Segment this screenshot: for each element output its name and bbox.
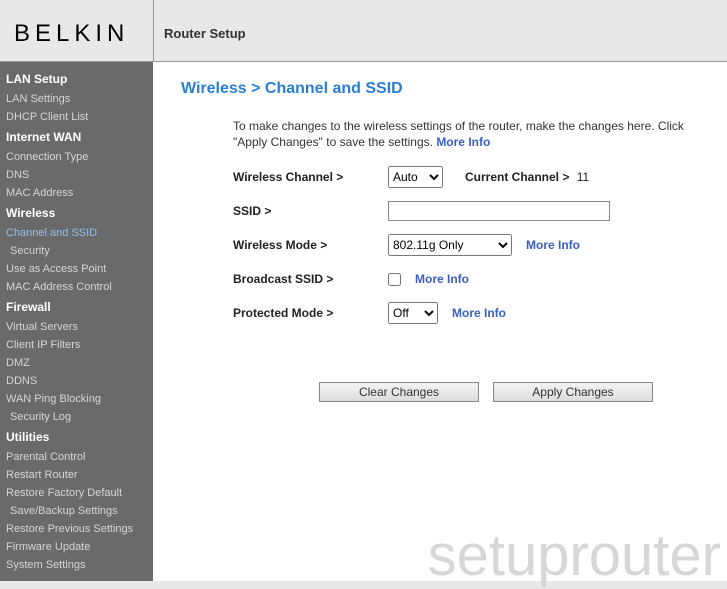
sidebar-item[interactable]: DMZ	[0, 354, 153, 372]
sidebar-heading: Utilities	[0, 426, 153, 448]
broadcast-ssid-label: Broadcast SSID >	[233, 272, 388, 286]
button-row: Clear Changes Apply Changes	[319, 382, 713, 402]
watermark: setuprouter	[428, 522, 721, 589]
header-divider	[153, 0, 154, 62]
ssid-label: SSID >	[233, 204, 388, 218]
wireless-mode-more-info-link[interactable]: More Info	[526, 238, 580, 252]
wireless-channel-select[interactable]: Auto	[388, 166, 443, 188]
protected-mode-more-info-link[interactable]: More Info	[452, 306, 506, 320]
sidebar-nav: LAN SetupLAN SettingsDHCP Client ListInt…	[0, 62, 153, 581]
row-wireless-channel: Wireless Channel > Auto Current Channel …	[233, 164, 713, 190]
sidebar-item[interactable]: WAN Ping Blocking	[0, 390, 153, 408]
current-channel-value: 11	[577, 170, 589, 184]
sidebar-item[interactable]: Client IP Filters	[0, 336, 153, 354]
sidebar-heading: Internet WAN	[0, 126, 153, 148]
sidebar-item[interactable]: Parental Control	[0, 448, 153, 466]
wireless-mode-label: Wireless Mode >	[233, 238, 388, 252]
sidebar-item[interactable]: Restart Router	[0, 466, 153, 484]
sidebar-item[interactable]: System Settings	[0, 556, 153, 574]
row-ssid: SSID >	[233, 198, 713, 224]
sidebar-item[interactable]: Security Log	[0, 408, 153, 426]
wireless-channel-label: Wireless Channel >	[233, 170, 388, 184]
logo: BELKIN	[14, 20, 129, 48]
instructions-more-info-link[interactable]: More Info	[436, 135, 490, 149]
clear-changes-button[interactable]: Clear Changes	[319, 382, 479, 402]
sidebar-item[interactable]: Use as Access Point	[0, 260, 153, 278]
sidebar-item[interactable]: Save/Backup Settings	[0, 502, 153, 520]
sidebar-heading: Firewall	[0, 296, 153, 318]
page-title: Wireless > Channel and SSID	[181, 80, 713, 98]
sidebar-item-active[interactable]: Channel and SSID	[0, 224, 153, 242]
settings-form: Wireless Channel > Auto Current Channel …	[233, 164, 713, 326]
row-wireless-mode: Wireless Mode > 802.11g Only More Info	[233, 232, 713, 258]
sidebar-item[interactable]: Connection Type	[0, 148, 153, 166]
apply-changes-button[interactable]: Apply Changes	[493, 382, 653, 402]
sidebar-item[interactable]: DHCP Client List	[0, 108, 153, 126]
header-title: Router Setup	[164, 26, 246, 41]
instructions: To make changes to the wireless settings…	[233, 118, 713, 150]
content-area: Wireless > Channel and SSID To make chan…	[153, 62, 727, 581]
sidebar-item[interactable]: Restore Previous Settings	[0, 520, 153, 538]
sidebar-heading: Wireless	[0, 202, 153, 224]
sidebar-item[interactable]: Virtual Servers	[0, 318, 153, 336]
header: BELKIN Router Setup	[0, 0, 727, 62]
current-channel-label: Current Channel >	[465, 170, 569, 184]
protected-mode-select[interactable]: Off	[388, 302, 438, 324]
row-protected-mode: Protected Mode > Off More Info	[233, 300, 713, 326]
broadcast-ssid-checkbox[interactable]	[388, 273, 401, 286]
sidebar-item[interactable]: Restore Factory Default	[0, 484, 153, 502]
broadcast-ssid-more-info-link[interactable]: More Info	[415, 272, 469, 286]
sidebar-item[interactable]: LAN Settings	[0, 90, 153, 108]
sidebar-item[interactable]: MAC Address	[0, 184, 153, 202]
sidebar-item[interactable]: DNS	[0, 166, 153, 184]
sidebar-item[interactable]: MAC Address Control	[0, 278, 153, 296]
sidebar-heading: LAN Setup	[0, 68, 153, 90]
sidebar-item[interactable]: Firmware Update	[0, 538, 153, 556]
protected-mode-label: Protected Mode >	[233, 306, 388, 320]
sidebar-item[interactable]: Security	[0, 242, 153, 260]
sidebar-item[interactable]: DDNS	[0, 372, 153, 390]
row-broadcast-ssid: Broadcast SSID > More Info	[233, 266, 713, 292]
ssid-input[interactable]	[388, 201, 610, 221]
wireless-mode-select[interactable]: 802.11g Only	[388, 234, 512, 256]
